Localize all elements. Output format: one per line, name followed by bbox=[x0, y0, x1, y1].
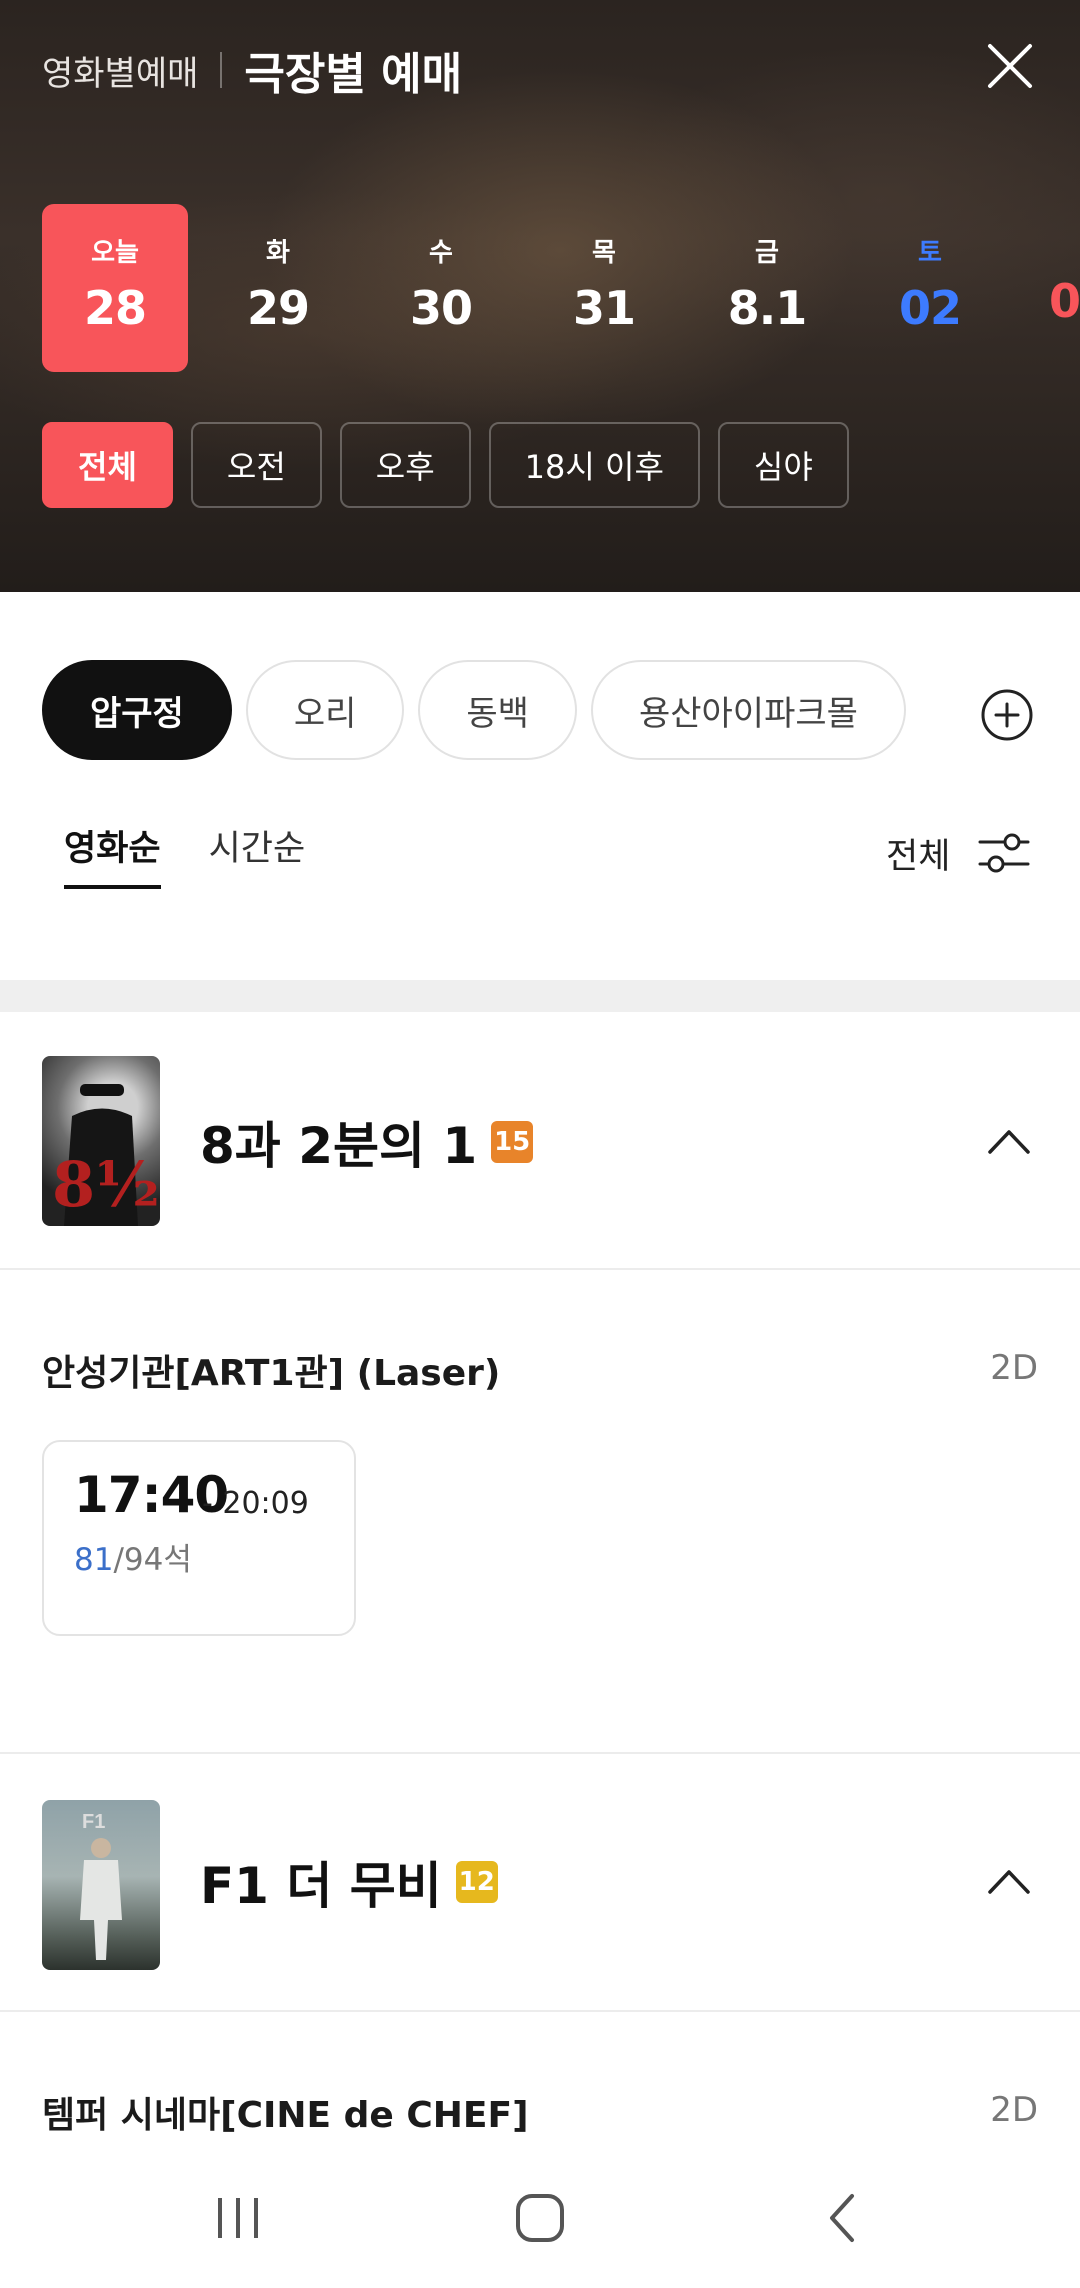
screen-hall-name: 템퍼 시네마[CINE de CHEF] bbox=[42, 2095, 529, 2136]
movie-poster: F1 bbox=[42, 1800, 160, 1970]
showtime-card[interactable]: 17:40 - 20:09 81/94석 bbox=[42, 1440, 356, 1636]
date-item[interactable]: 금 8.1 bbox=[694, 204, 840, 372]
age-rating-badge: 12 bbox=[455, 1861, 498, 1903]
date-weekday: 오늘 bbox=[91, 238, 139, 268]
movie-header[interactable]: F1 F1 더 무비 12 bbox=[0, 1754, 1080, 2012]
date-weekday: 화 bbox=[266, 238, 290, 268]
theater-chip-dongbaek[interactable]: 동백 bbox=[418, 660, 577, 760]
theater-chip-yongsan[interactable]: 용산아이파크몰 bbox=[590, 660, 906, 760]
time-filter-morning[interactable]: 오전 bbox=[190, 422, 322, 508]
date-time-panel: 영화별예매 극장별 예매 오늘 28 화 29 수 30 목 31 금 8.1 … bbox=[0, 0, 1080, 592]
section-separator bbox=[0, 980, 1080, 1012]
time-filter-after-18[interactable]: 18시 이후 bbox=[488, 422, 700, 508]
chevron-up-icon[interactable] bbox=[986, 1126, 1032, 1156]
plus-circle-icon[interactable] bbox=[980, 688, 1034, 742]
tab-theater-booking[interactable]: 극장별 예매 bbox=[244, 38, 462, 102]
system-navigation-bar bbox=[0, 2150, 1080, 2288]
poster-art-icon: F1 bbox=[80, 1811, 122, 1960]
time-filter-afternoon[interactable]: 오후 bbox=[339, 422, 471, 508]
movie-header[interactable]: 8½ 8과 2분의 1 15 bbox=[0, 1012, 1080, 1270]
screen-format: 2D bbox=[990, 2090, 1038, 2130]
date-item-today[interactable]: 오늘 28 bbox=[42, 204, 188, 372]
date-item[interactable]: 화 29 bbox=[205, 204, 351, 372]
theater-chip-apgujeong[interactable]: 압구정 bbox=[42, 660, 232, 760]
svg-text:F1: F1 bbox=[82, 1811, 105, 1833]
seats-total: /94석 bbox=[113, 1542, 192, 1578]
date-item-sunday-partial[interactable]: 0 bbox=[1020, 204, 1080, 372]
sort-by-time[interactable]: 시간순 bbox=[209, 820, 306, 889]
seat-count: 81/94석 bbox=[74, 1534, 192, 1579]
svg-text:8½: 8½ bbox=[52, 1148, 160, 1221]
time-filter-all[interactable]: 전체 bbox=[42, 422, 173, 508]
seats-available: 81 bbox=[74, 1542, 114, 1578]
movie-title-row: 8과 2분의 1 15 bbox=[200, 1106, 534, 1178]
age-rating-badge: 15 bbox=[491, 1121, 534, 1163]
date-number: 30 bbox=[409, 281, 473, 335]
date-weekday: 토 bbox=[918, 238, 942, 268]
movie-title: 8과 2분의 1 bbox=[200, 1117, 478, 1175]
screen-format: 2D bbox=[990, 1348, 1038, 1388]
back-icon[interactable] bbox=[814, 2190, 874, 2246]
filter-sliders-icon[interactable] bbox=[976, 828, 1032, 878]
sort-by-movie[interactable]: 영화순 bbox=[64, 820, 161, 889]
date-weekday: 목 bbox=[592, 238, 616, 268]
date-item-saturday[interactable]: 토 02 bbox=[857, 204, 1003, 372]
time-filter-group: 전체 오전 오후 18시 이후 심야 bbox=[42, 422, 849, 508]
tab-movie-booking[interactable]: 영화별예매 bbox=[42, 46, 198, 95]
date-item[interactable]: 목 31 bbox=[531, 204, 677, 372]
movie-title: F1 더 무비 bbox=[200, 1857, 442, 1915]
theater-chip-group: 압구정 오리 동백 용산아이파크몰 bbox=[42, 660, 906, 760]
close-icon[interactable] bbox=[984, 40, 1036, 92]
filter-label[interactable]: 전체 bbox=[886, 828, 950, 879]
screen-hall-name: 안성기관[ART1관] (Laser) bbox=[42, 1353, 501, 1394]
home-icon[interactable] bbox=[510, 2190, 570, 2246]
poster-art-icon: 8½ bbox=[52, 1084, 160, 1226]
movie-poster: 8½ bbox=[42, 1056, 160, 1226]
recent-apps-icon[interactable] bbox=[208, 2190, 268, 2246]
date-number: 02 bbox=[898, 281, 962, 335]
date-weekday: 금 bbox=[755, 238, 779, 268]
tab-divider bbox=[220, 52, 223, 88]
date-weekday bbox=[1020, 232, 1080, 262]
time-filter-late-night[interactable]: 심야 bbox=[717, 422, 849, 508]
date-weekday: 수 bbox=[429, 238, 453, 268]
date-item[interactable]: 수 30 bbox=[368, 204, 514, 372]
showtime-end: - 20:09 bbox=[202, 1486, 309, 1521]
theater-chip-ori[interactable]: 오리 bbox=[245, 660, 405, 760]
date-selector: 오늘 28 화 29 수 30 목 31 금 8.1 토 02 0 bbox=[42, 204, 1080, 372]
chevron-up-icon[interactable] bbox=[986, 1866, 1032, 1896]
date-number: 8.1 bbox=[727, 281, 808, 335]
date-number: 31 bbox=[572, 281, 636, 335]
sort-tabs: 영화순 시간순 bbox=[64, 820, 305, 889]
date-number: 29 bbox=[246, 281, 310, 335]
movie-title-row: F1 더 무비 12 bbox=[200, 1846, 498, 1918]
booking-mode-tabs: 영화별예매 극장별 예매 bbox=[42, 40, 462, 100]
date-number: 0 bbox=[1048, 274, 1080, 328]
date-number: 28 bbox=[83, 281, 147, 335]
